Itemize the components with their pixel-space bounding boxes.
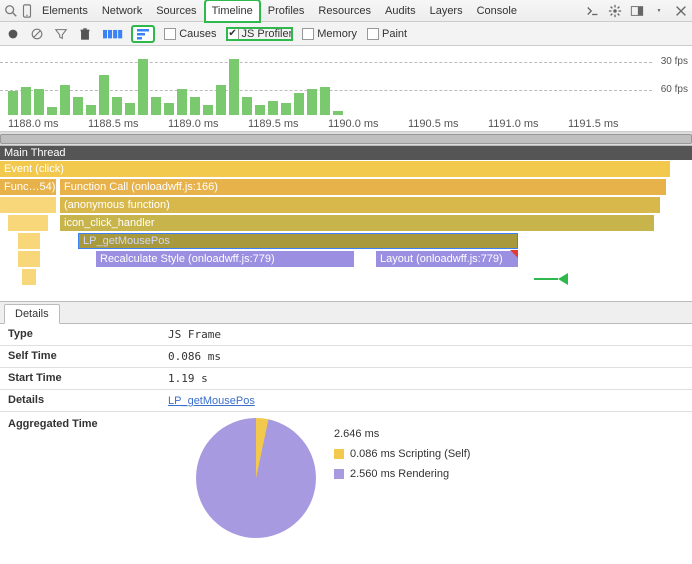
tab-layers[interactable]: Layers xyxy=(424,1,469,21)
flame-gutter-5 xyxy=(22,269,36,285)
dock-menu-chevron-icon[interactable]: ▼ xyxy=(652,4,666,18)
layout-warning-icon xyxy=(510,250,518,258)
details-tab[interactable]: Details xyxy=(4,304,60,324)
clear-icon[interactable] xyxy=(30,27,44,41)
legend-swatch-rendering xyxy=(334,469,344,479)
flame-lp-getmousepos[interactable]: LP_getMousePos xyxy=(78,233,518,249)
flame-gutter-2 xyxy=(8,215,48,231)
tab-profiles[interactable]: Profiles xyxy=(262,1,311,21)
tab-sources[interactable]: Sources xyxy=(150,1,202,21)
legend-rendering: 2.560 ms Rendering xyxy=(350,468,449,480)
causes-checkbox[interactable] xyxy=(164,28,176,40)
overview-bars xyxy=(8,55,684,115)
legend-scripting: 0.086 ms Scripting (Self) xyxy=(350,448,470,460)
annotation-arrow xyxy=(534,268,568,289)
details-key: Details xyxy=(8,394,168,407)
memory-label: Memory xyxy=(317,28,357,40)
tab-resources[interactable]: Resources xyxy=(312,1,377,21)
type-key: Type xyxy=(8,328,168,341)
console-toggle-icon[interactable] xyxy=(586,4,600,18)
paint-checkbox[interactable] xyxy=(367,28,379,40)
selftime-key: Self Time xyxy=(8,350,168,363)
starttime-key: Start Time xyxy=(8,372,168,385)
flame-icon-click[interactable]: icon_click_handler xyxy=(60,215,654,231)
paint-label: Paint xyxy=(382,28,407,40)
causes-checkbox-wrap[interactable]: Causes xyxy=(164,28,216,40)
tab-console[interactable]: Console xyxy=(471,1,523,21)
tab-elements[interactable]: Elements xyxy=(36,1,94,21)
flame-event-click[interactable]: Event (click) xyxy=(0,161,670,177)
details-panel: Details TypeJS Frame Self Time0.086 ms S… xyxy=(0,301,692,544)
timeline-toolbar: ▮▮▮▮ Causes JS Profiler Memory Paint xyxy=(0,22,692,46)
search-icon[interactable] xyxy=(4,4,18,18)
overview-ticks: 1188.0 ms1188.5 ms1189.0 ms1189.5 ms1190… xyxy=(8,116,684,131)
flame-chart[interactable]: Main Thread Event (click) Func…54) Funct… xyxy=(0,146,692,301)
paint-checkbox-wrap[interactable]: Paint xyxy=(367,28,407,40)
tab-network[interactable]: Network xyxy=(96,1,148,21)
filter-icon[interactable] xyxy=(54,27,68,41)
device-icon[interactable] xyxy=(20,4,34,18)
details-link[interactable]: LP_getMousePos xyxy=(168,395,255,407)
trash-icon[interactable] xyxy=(78,27,92,41)
dock-icon[interactable] xyxy=(630,4,644,18)
scrollbar-thumb[interactable] xyxy=(0,134,692,144)
causes-label: Causes xyxy=(179,28,216,40)
flame-func54[interactable]: Func…54) xyxy=(0,179,56,195)
tab-audits[interactable]: Audits xyxy=(379,1,422,21)
aggtime-key: Aggregated Time xyxy=(8,418,168,538)
flame-gutter-3 xyxy=(18,233,40,249)
tab-timeline[interactable]: Timeline xyxy=(205,0,260,22)
flame-view-button[interactable] xyxy=(132,26,154,42)
aggtime-pie xyxy=(196,418,316,538)
record-icon[interactable] xyxy=(6,27,20,41)
gear-icon[interactable] xyxy=(608,4,622,18)
close-icon[interactable] xyxy=(674,4,688,18)
flame-recalc-style[interactable]: Recalculate Style (onloadwff.js:779) xyxy=(96,251,354,267)
overview-scrollbar[interactable] xyxy=(0,132,692,146)
jsprofiler-checkbox[interactable] xyxy=(227,28,239,40)
flame-gutter-4 xyxy=(18,251,40,267)
legend-swatch-scripting xyxy=(334,449,344,459)
flame-gutter-1 xyxy=(0,197,56,213)
main-thread-header: Main Thread xyxy=(0,146,692,160)
overview-chart[interactable]: 30 fps 60 fps 1188.0 ms1188.5 ms1189.0 m… xyxy=(0,46,692,132)
devtools-tabbar: Elements Network Sources Timeline Profil… xyxy=(0,0,692,22)
selftime-value: 0.086 ms xyxy=(168,350,221,363)
aggtime-total: 2.646 ms xyxy=(334,428,379,440)
jsprofiler-checkbox-wrap[interactable]: JS Profiler xyxy=(227,28,293,40)
flame-anonymous[interactable]: (anonymous function) xyxy=(60,197,660,213)
memory-checkbox-wrap[interactable]: Memory xyxy=(302,28,357,40)
bars-view-icon[interactable]: ▮▮▮▮ xyxy=(102,27,122,40)
aggtime-legend: 2.646 ms 0.086 ms Scripting (Self) 2.560… xyxy=(334,418,470,538)
flame-function-call[interactable]: Function Call (onloadwff.js:166) xyxy=(60,179,666,195)
memory-checkbox[interactable] xyxy=(302,28,314,40)
flame-layout[interactable]: Layout (onloadwff.js:779) xyxy=(376,251,518,267)
starttime-value: 1.19 s xyxy=(168,372,208,385)
jsprofiler-label: JS Profiler xyxy=(242,28,293,40)
type-value: JS Frame xyxy=(168,328,221,341)
